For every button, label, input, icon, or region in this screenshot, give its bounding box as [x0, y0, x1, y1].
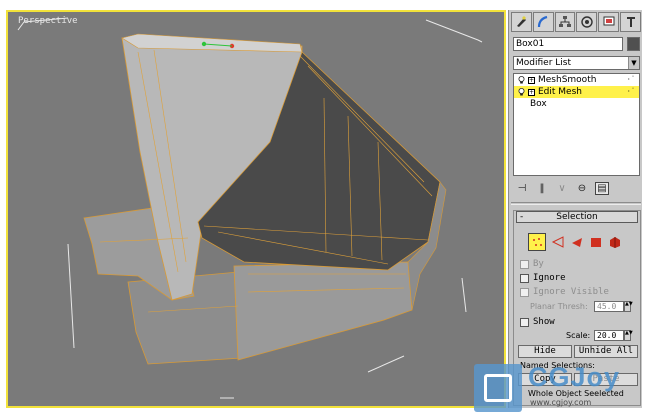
face-level-icon[interactable] — [570, 235, 584, 249]
configure-sets-icon[interactable]: ▤ — [595, 181, 609, 195]
scale-spinner[interactable]: 20.0 ▲▼ — [594, 330, 633, 341]
show-normals-checkbox[interactable] — [520, 317, 529, 327]
expand-icon[interactable]: + — [528, 88, 535, 96]
spinner-arrows-icon[interactable]: ▲▼ — [624, 301, 633, 312]
ignore-visible-checkbox[interactable] — [520, 287, 529, 297]
subobject-level-buttons — [528, 233, 622, 251]
motion-tab[interactable] — [576, 12, 598, 32]
by-vertex-row: By — [520, 259, 544, 269]
hide-button[interactable]: Hide — [518, 345, 572, 358]
rollout-header[interactable]: - Selection — [516, 211, 638, 223]
ignore-backfacing-row: Ignore — [520, 273, 566, 283]
remove-modifier-icon[interactable]: ⊖ — [575, 182, 589, 195]
stack-item-box[interactable]: Box — [514, 98, 639, 110]
planar-thresh-value[interactable]: 45.0 — [594, 301, 624, 312]
stack-item-label: MeshSmooth — [538, 75, 597, 85]
drag-handle-icon: ·˙ — [627, 75, 636, 84]
polygon-level-icon[interactable] — [589, 235, 603, 249]
show-end-result-icon[interactable]: ‖ — [535, 182, 549, 195]
create-icon — [517, 16, 527, 27]
edge-level-icon[interactable] — [551, 235, 565, 249]
ignore-backfacing-checkbox[interactable] — [520, 273, 529, 283]
rollout-title: Selection — [556, 212, 598, 222]
panel-tabs — [511, 12, 641, 32]
watermark-logo: CGJoy www.cgjoy.com — [474, 358, 650, 419]
stack-item-label: Edit Mesh — [538, 87, 582, 97]
by-vertex-checkbox[interactable] — [520, 259, 529, 269]
watermark-brand: CGJoy — [528, 362, 621, 392]
spinner-arrows-icon[interactable]: ▲▼ — [624, 330, 633, 341]
stack-item-label: Box — [530, 99, 547, 109]
make-unique-icon[interactable]: ∨ — [555, 182, 569, 195]
object-color-swatch[interactable] — [627, 37, 640, 51]
ignore-visible-label: Ignore Visible — [533, 287, 609, 297]
watermark-icon — [474, 364, 522, 412]
divider — [511, 202, 641, 205]
viewport-label[interactable]: Perspective — [18, 16, 78, 26]
hierarchy-tab[interactable] — [554, 12, 576, 32]
by-vertex-label: By — [533, 259, 544, 269]
perspective-viewport[interactable]: Perspective — [6, 10, 506, 408]
vertex-level-icon[interactable] — [528, 233, 546, 251]
scale-value[interactable]: 20.0 — [594, 330, 624, 341]
stack-item-meshsmooth[interactable]: + MeshSmooth ·˙ — [514, 74, 639, 86]
element-level-icon[interactable] — [608, 235, 622, 249]
create-tab[interactable] — [511, 12, 532, 32]
object-name-field[interactable]: Box01 — [513, 37, 623, 51]
watermark-url: www.cgjoy.com — [530, 398, 592, 407]
modify-tab[interactable] — [532, 12, 554, 32]
modifier-stack: + MeshSmooth ·˙ + Edit Mesh ·˙ Box — [513, 73, 640, 176]
lightbulb-icon[interactable] — [518, 76, 525, 84]
ignore-visible-row: Ignore Visible — [520, 287, 609, 297]
hierarchy-icon — [559, 16, 572, 27]
motion-icon — [581, 16, 593, 28]
ignore-backfacing-label: Ignore — [533, 273, 566, 283]
unhide-all-button[interactable]: Unhide All — [574, 345, 638, 358]
lightbulb-icon[interactable] — [518, 88, 525, 96]
collapse-icon: - — [520, 212, 524, 222]
display-icon — [603, 16, 615, 26]
pin-stack-icon[interactable]: ⊣ — [515, 182, 529, 195]
stack-toolbar: ⊣ ‖ ∨ ⊖ ▤ — [515, 181, 641, 195]
drag-handle-icon: ·˙ — [627, 87, 636, 96]
command-panel: Box01 Modifier List ▼ + MeshSmooth ·˙ + … — [508, 10, 642, 408]
utilities-tab[interactable] — [620, 12, 641, 32]
scale-label: Scale: — [566, 331, 591, 340]
show-normals-label: Show — [533, 317, 555, 327]
chevron-down-icon: ▼ — [628, 57, 639, 69]
show-normals-row: Show — [520, 317, 555, 327]
expand-icon[interactable]: + — [528, 76, 535, 84]
display-tab[interactable] — [598, 12, 620, 32]
planar-thresh-spinner[interactable]: 45.0 ▲▼ — [594, 301, 633, 312]
utilities-icon — [626, 17, 635, 27]
stack-item-edit-mesh[interactable]: + Edit Mesh ·˙ — [514, 86, 639, 98]
modifier-list-value: Modifier List — [516, 58, 571, 68]
planar-thresh-label: Planar Thresh: — [530, 302, 588, 311]
modify-icon — [538, 15, 548, 28]
mesh-render — [17, 17, 483, 399]
modifier-list-dropdown[interactable]: Modifier List ▼ — [513, 56, 640, 70]
